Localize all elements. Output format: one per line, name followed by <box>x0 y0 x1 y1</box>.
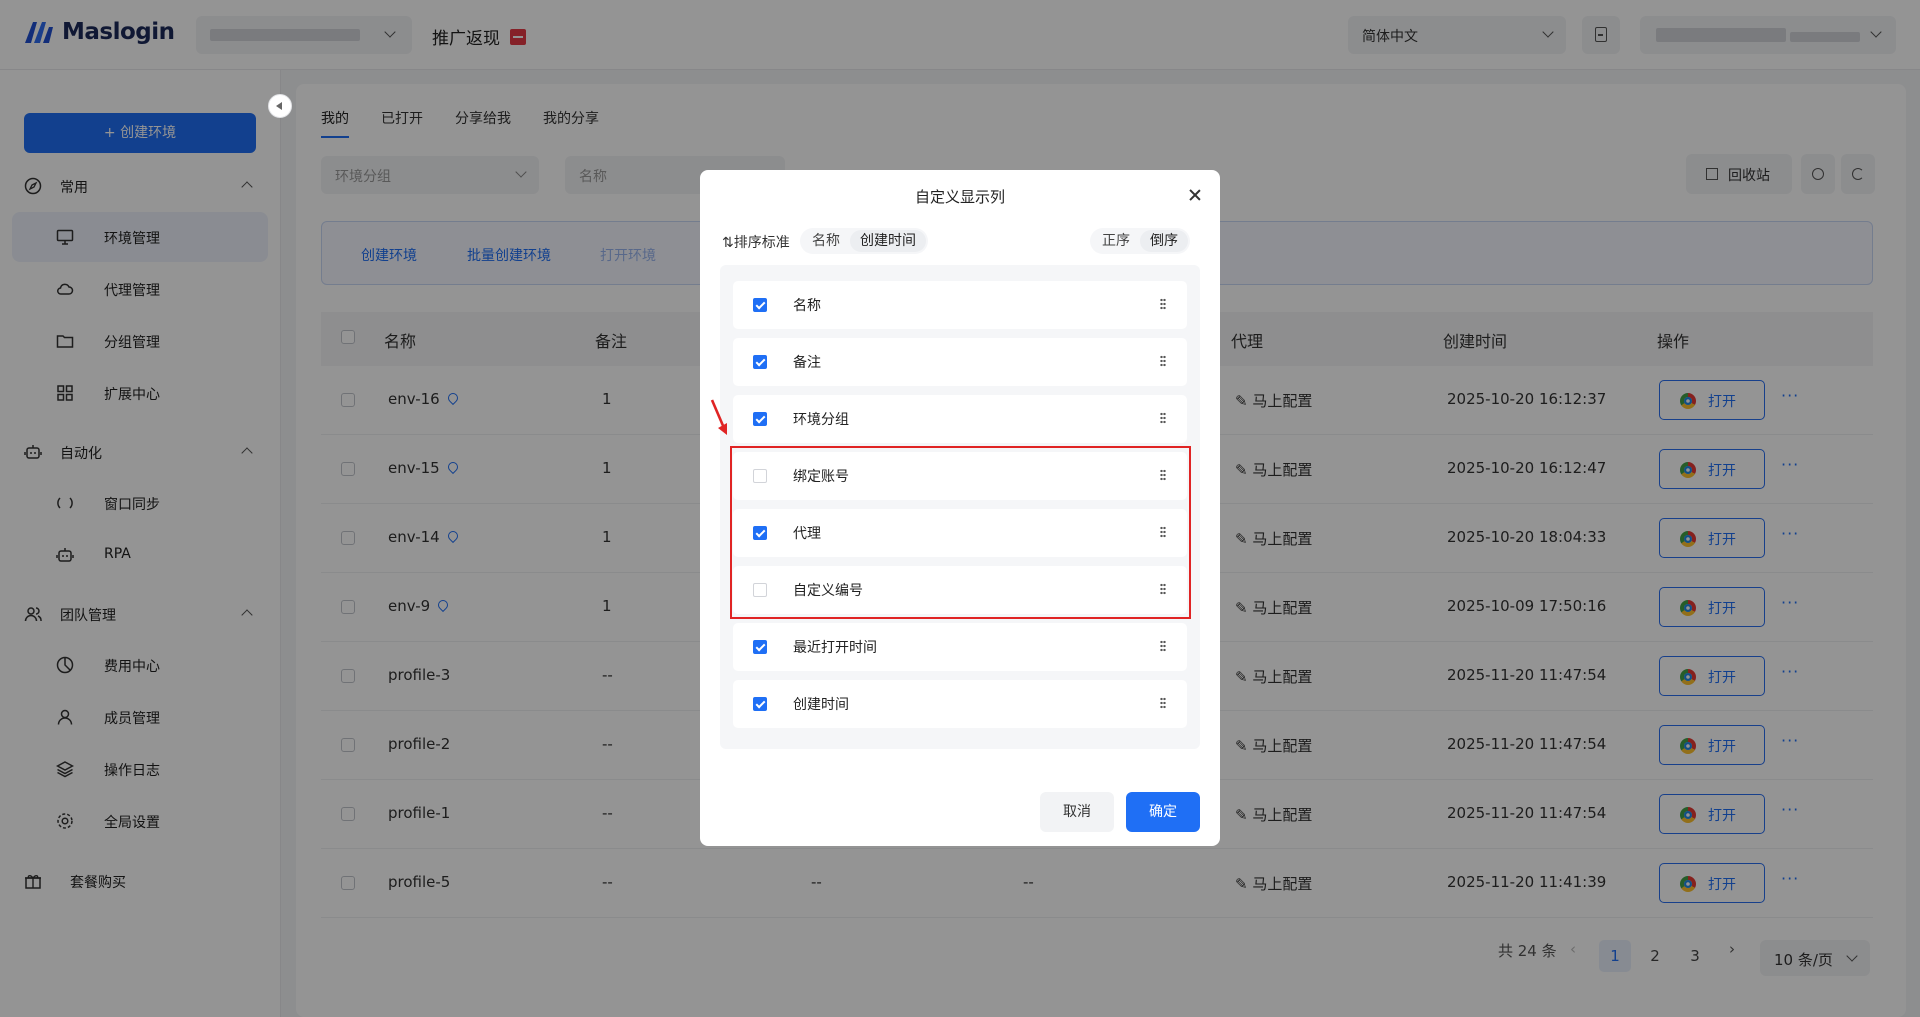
column-checkbox[interactable] <box>753 355 767 369</box>
drag-handle-icon[interactable] <box>1160 355 1166 367</box>
sort-by-toggle: 名称 创建时间 <box>800 228 928 254</box>
column-item[interactable]: 备注 <box>733 338 1187 386</box>
column-label: 创建时间 <box>793 697 849 713</box>
close-icon[interactable] <box>1188 188 1202 202</box>
column-label: 备注 <box>793 355 821 371</box>
order-toggle: 正序 倒序 <box>1090 228 1190 254</box>
drag-handle-icon[interactable] <box>1160 298 1166 310</box>
column-checkbox[interactable] <box>753 697 767 711</box>
order-desc[interactable]: 倒序 <box>1140 230 1188 252</box>
collapse-sidebar-button[interactable] <box>268 94 292 118</box>
confirm-button[interactable]: 确定 <box>1126 792 1200 832</box>
sort-order-icon: ⇅ <box>722 235 734 251</box>
cancel-button[interactable]: 取消 <box>1040 792 1114 832</box>
sort-by-created[interactable]: 创建时间 <box>850 230 926 252</box>
column-label: 环境分组 <box>793 412 849 428</box>
column-label: 最近打开时间 <box>793 640 877 656</box>
column-label: 名称 <box>793 298 821 314</box>
dialog-title: 自定义显示列 <box>914 188 1005 206</box>
sort-label: ⇅排序标准 <box>722 235 790 251</box>
column-item[interactable]: 环境分组 <box>733 395 1187 443</box>
drag-handle-icon[interactable] <box>1160 412 1166 424</box>
column-item[interactable]: 创建时间 <box>733 680 1187 728</box>
column-checkbox[interactable] <box>753 640 767 654</box>
sort-by-name[interactable]: 名称 <box>802 230 850 252</box>
column-item[interactable]: 最近打开时间 <box>733 623 1187 671</box>
highlight-box <box>730 446 1191 619</box>
column-checkbox[interactable] <box>753 412 767 426</box>
column-item[interactable]: 名称 <box>733 281 1187 329</box>
annotation-arrow-icon <box>710 399 727 435</box>
drag-handle-icon[interactable] <box>1160 640 1166 652</box>
order-asc[interactable]: 正序 <box>1092 230 1140 252</box>
column-checkbox[interactable] <box>753 298 767 312</box>
drag-handle-icon[interactable] <box>1160 697 1166 709</box>
